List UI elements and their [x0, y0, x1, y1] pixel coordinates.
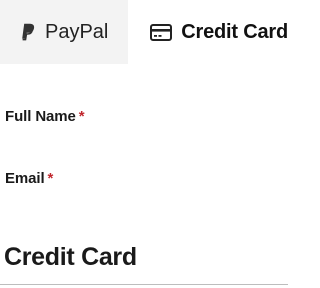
tab-credit-card-label: Credit Card: [181, 21, 288, 43]
full-name-label: Full Name *: [5, 108, 85, 125]
full-name-required-marker: *: [78, 108, 85, 125]
section-divider: [0, 284, 288, 285]
tab-paypal-label: PayPal: [45, 21, 109, 43]
email-required-marker: *: [47, 170, 54, 187]
full-name-label-text: Full Name: [5, 108, 76, 125]
paypal-icon: [20, 23, 36, 42]
credit-card-icon: [150, 23, 173, 41]
credit-card-section-title: Credit Card: [4, 243, 137, 271]
tab-credit-card[interactable]: Credit Card: [128, 0, 288, 64]
payment-form: PayPal Credit Card Full Name * Email * Cre…: [0, 0, 288, 288]
payment-method-tabs: PayPal Credit Card: [0, 0, 288, 64]
email-label: Email *: [5, 170, 53, 187]
tab-paypal[interactable]: PayPal: [0, 0, 129, 64]
email-label-text: Email: [5, 170, 45, 187]
